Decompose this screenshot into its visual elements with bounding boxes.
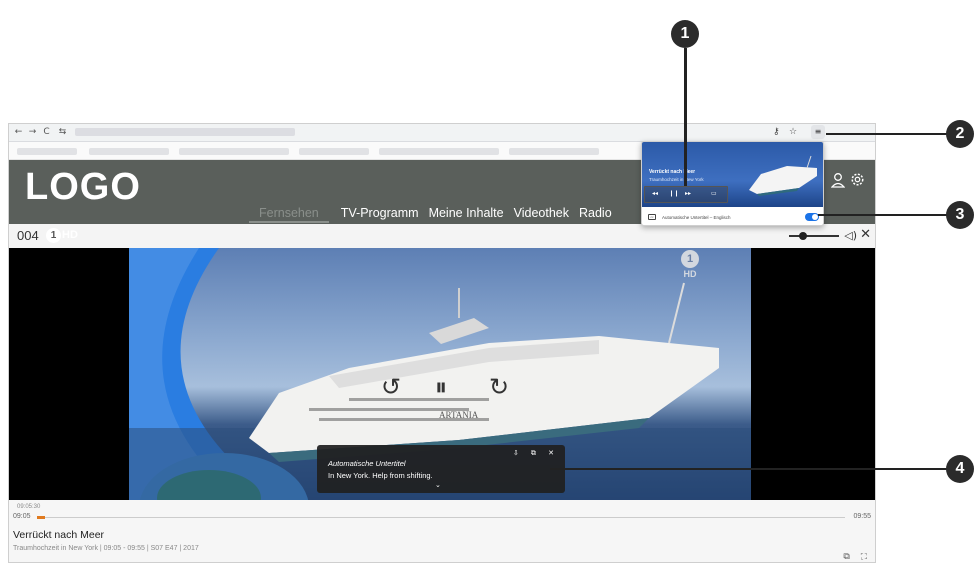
- volume-slider[interactable]: [789, 232, 839, 240]
- channel-bar: 004 1 HD ◁) ✕: [9, 224, 875, 248]
- bookmark-item[interactable]: [299, 148, 369, 155]
- nav-tv-programm[interactable]: TV-Programm: [341, 206, 419, 223]
- gear-icon[interactable]: [850, 172, 865, 187]
- popup-controls: ◂◂ ❙❙ ▸▸ ▭: [644, 186, 728, 203]
- bookmark-item[interactable]: [179, 148, 289, 155]
- figure-stage: ← → C ⇆ ⚷ ☆ ≡ LOGO Fernsehen TV-Programm…: [0, 0, 976, 563]
- browser-toolbar: ← → C ⇆ ⚷ ☆ ≡: [9, 124, 875, 142]
- popup-ship-image: [749, 155, 817, 196]
- volume-knob[interactable]: [799, 232, 807, 240]
- auto-subtitles-toggle[interactable]: [805, 213, 819, 221]
- popup-pip-icon[interactable]: ▭: [711, 190, 717, 197]
- subtitles-icon: cc: [648, 214, 656, 220]
- popup-subtitle: Traumhochzeit in New York: [649, 177, 704, 182]
- channel-badge-number: 1: [46, 228, 61, 243]
- hover-time: 09:05:30: [17, 504, 41, 510]
- bookmark-item[interactable]: [17, 148, 77, 155]
- extension-icon[interactable]: ≡: [811, 125, 825, 139]
- player-options-icons[interactable]: ⧉ ⛶: [843, 552, 871, 562]
- volume-icon[interactable]: ◁): [844, 229, 857, 242]
- nav-fernsehen[interactable]: Fernsehen: [249, 206, 329, 223]
- auto-subtitles-row[interactable]: cc Automatische Untertitel – Englisch: [642, 208, 823, 225]
- channel-badge-text: HD: [62, 229, 78, 241]
- pause-icon[interactable]: ⏸: [435, 375, 447, 399]
- nav-radio[interactable]: Radio: [579, 206, 612, 223]
- callout-line-2: [826, 133, 948, 135]
- forward-icon[interactable]: ↻: [489, 375, 509, 399]
- auto-subtitles-label: Automatische Untertitel – Englisch: [662, 215, 731, 220]
- key-icon[interactable]: ⚷: [773, 127, 780, 138]
- start-time: 09:05: [13, 513, 31, 520]
- main-navigation: Fernsehen TV-Programm Meine Inhalte Vide…: [249, 206, 622, 223]
- nav-videothek[interactable]: Videothek: [514, 206, 569, 223]
- ship-name-text: ARTANIA: [439, 410, 479, 420]
- bookmark-item[interactable]: [509, 148, 599, 155]
- chevron-down-icon[interactable]: ⌄: [435, 481, 441, 489]
- callout-2: 2: [946, 120, 974, 148]
- bookmark-item[interactable]: [379, 148, 499, 155]
- subtitle-overlay[interactable]: ⇩ ⧉ ✕ Automatische Untertitel In New Yor…: [317, 445, 565, 493]
- close-player-icon[interactable]: ✕: [860, 227, 871, 242]
- program-meta: Traumhochzeit in New York | 09:05 - 09:5…: [13, 545, 199, 552]
- watermark-number: 1: [681, 250, 699, 268]
- program-title: Verrückt nach Meer: [13, 529, 105, 541]
- popup-pause-icon[interactable]: ❙❙: [669, 190, 679, 197]
- channel-logo: 1 HD: [46, 228, 78, 243]
- popup-title: Verrückt nach Meer: [649, 169, 696, 175]
- callout-4: 4: [946, 455, 974, 483]
- subtitle-window-icons[interactable]: ⇩ ⧉ ✕: [513, 449, 559, 458]
- callout-3: 3: [946, 201, 974, 229]
- callout-line-4: [550, 468, 948, 470]
- popup-forward-icon[interactable]: ▸▸: [685, 190, 691, 197]
- forward-icon[interactable]: →: [27, 127, 38, 138]
- subtitle-title: Automatische Untertitel: [328, 459, 406, 468]
- nav-meine-inhalte[interactable]: Meine Inhalte: [429, 206, 504, 223]
- site-logo[interactable]: LOGO: [25, 166, 141, 209]
- progress-track[interactable]: [37, 516, 845, 519]
- channel-number: 004: [17, 228, 39, 243]
- popup-thumbnail: Verrückt nach Meer Traumhochzeit in New …: [642, 142, 823, 207]
- progress-played[interactable]: [37, 516, 46, 519]
- reload-icon[interactable]: C: [41, 127, 52, 138]
- end-time: 09:55: [853, 513, 871, 520]
- callout-1: 1: [671, 20, 699, 48]
- subtitle-text: In New York. Help from shifting.: [328, 471, 433, 480]
- bookmark-item[interactable]: [89, 148, 169, 155]
- rewind-icon[interactable]: ↺: [381, 375, 401, 399]
- user-icon[interactable]: [831, 172, 845, 188]
- channel-watermark: 1 HD: [681, 250, 699, 279]
- watermark-text: HD: [683, 269, 697, 279]
- progress-area: 09:05:30 09:05 09:55 Verrückt nach Meer …: [9, 500, 875, 562]
- back-icon[interactable]: ←: [13, 127, 24, 138]
- callout-line-3: [818, 214, 948, 216]
- callout-line-1: [684, 48, 687, 186]
- star-icon[interactable]: ☆: [789, 127, 797, 138]
- address-bar[interactable]: [75, 128, 295, 136]
- site-info-icon[interactable]: ⇆: [57, 127, 68, 138]
- popup-rewind-icon[interactable]: ◂◂: [652, 190, 658, 197]
- extension-popup: Verrückt nach Meer Traumhochzeit in New …: [641, 141, 824, 226]
